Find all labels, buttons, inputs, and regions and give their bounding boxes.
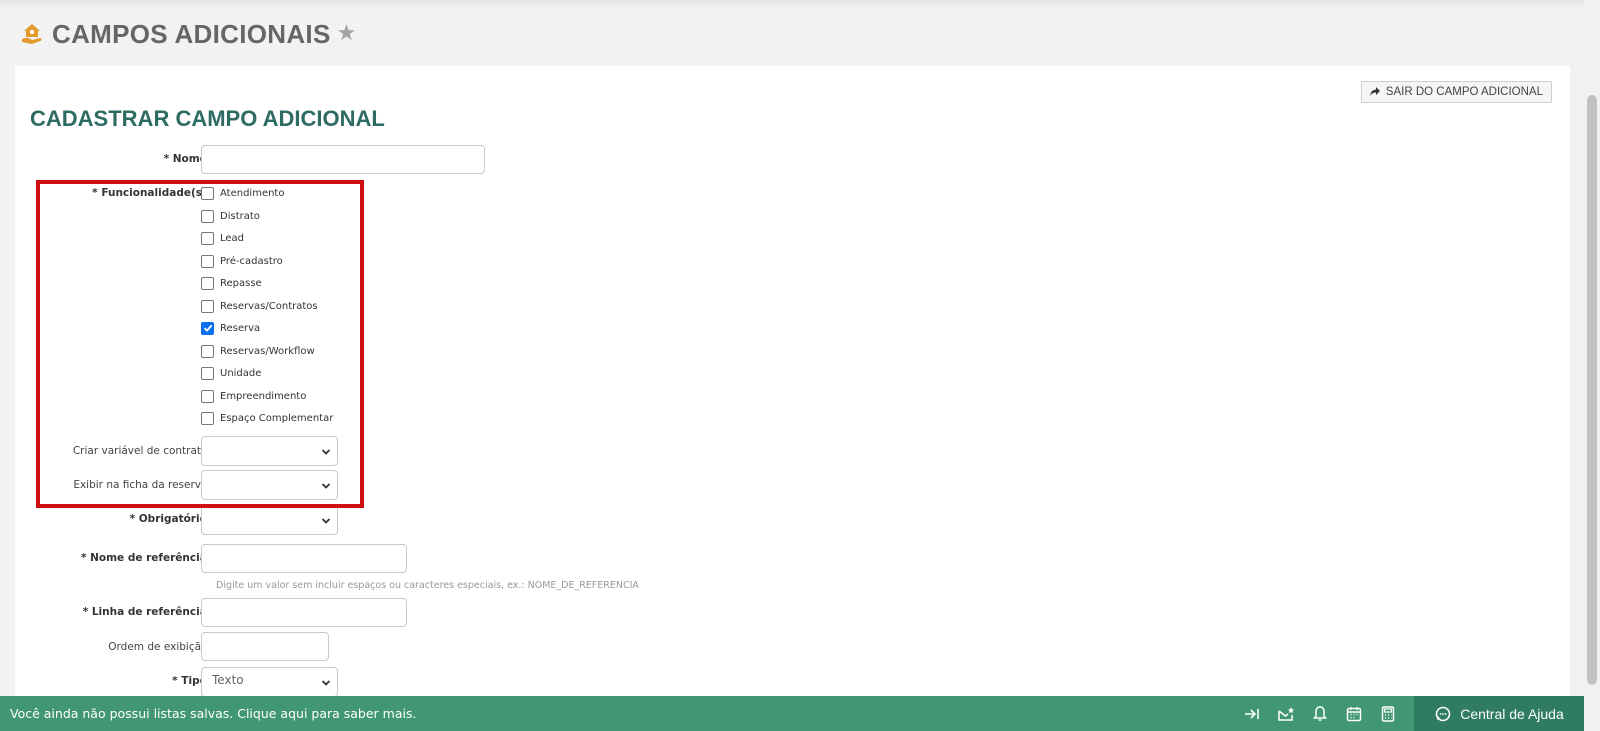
exit-button-label: SAIR DO CAMPO ADICIONAL: [1385, 86, 1543, 98]
saved-lists-message[interactable]: Você ainda não possui listas salvas. Cli…: [10, 706, 416, 721]
nome-referencia-hint: Digite um valor sem incluir espaços ou c…: [216, 580, 639, 591]
scrollbar-thumb[interactable]: [1587, 95, 1597, 685]
tipo-value: Texto: [212, 673, 244, 687]
chat-icon: [1435, 706, 1451, 721]
star-icon[interactable]: ★: [337, 23, 357, 45]
obrigatorio-label: * Obrigatório:: [129, 513, 211, 525]
highlight-box: [36, 180, 364, 508]
chevron-down-icon: [321, 518, 331, 524]
top-shadow: [0, 0, 1584, 8]
calendar-icon[interactable]: [1344, 704, 1364, 724]
arrow-to-right-icon[interactable]: [1242, 704, 1262, 724]
house-hand-icon: [22, 24, 42, 44]
vertical-scrollbar[interactable]: [1584, 0, 1600, 731]
mail-star-icon[interactable]: [1276, 704, 1296, 724]
linha-referencia-label: * Linha de referência:: [82, 606, 211, 618]
footer-icons: [1242, 696, 1398, 731]
nome-referencia-label: * Nome de referência:: [80, 552, 211, 564]
obrigatorio-select[interactable]: [201, 505, 338, 535]
calculator-icon[interactable]: [1378, 704, 1398, 724]
form-title: CADASTRAR CAMPO ADICIONAL: [30, 106, 385, 131]
help-center-label: Central de Ajuda: [1460, 705, 1564, 722]
page-header: CAMPOS ADICIONAIS ★: [20, 18, 356, 50]
help-center-button[interactable]: Central de Ajuda: [1414, 696, 1584, 731]
chevron-down-icon: [321, 680, 331, 686]
exit-button[interactable]: SAIR DO CAMPO ADICIONAL: [1360, 81, 1552, 103]
share-arrow-icon: [1369, 87, 1380, 96]
page-title: CAMPOS ADICIONAIS: [52, 18, 331, 49]
tipo-select[interactable]: Texto: [201, 667, 338, 697]
nome-input[interactable]: [201, 145, 485, 174]
ordem-exibicao-label: Ordem de exibição:: [108, 641, 211, 653]
footer-bar: Você ainda não possui listas salvas. Cli…: [0, 696, 1584, 731]
ordem-exibicao-input[interactable]: [201, 632, 329, 661]
nome-referencia-input[interactable]: [201, 544, 407, 573]
linha-referencia-input[interactable]: [201, 598, 407, 627]
bell-icon[interactable]: [1310, 704, 1330, 724]
